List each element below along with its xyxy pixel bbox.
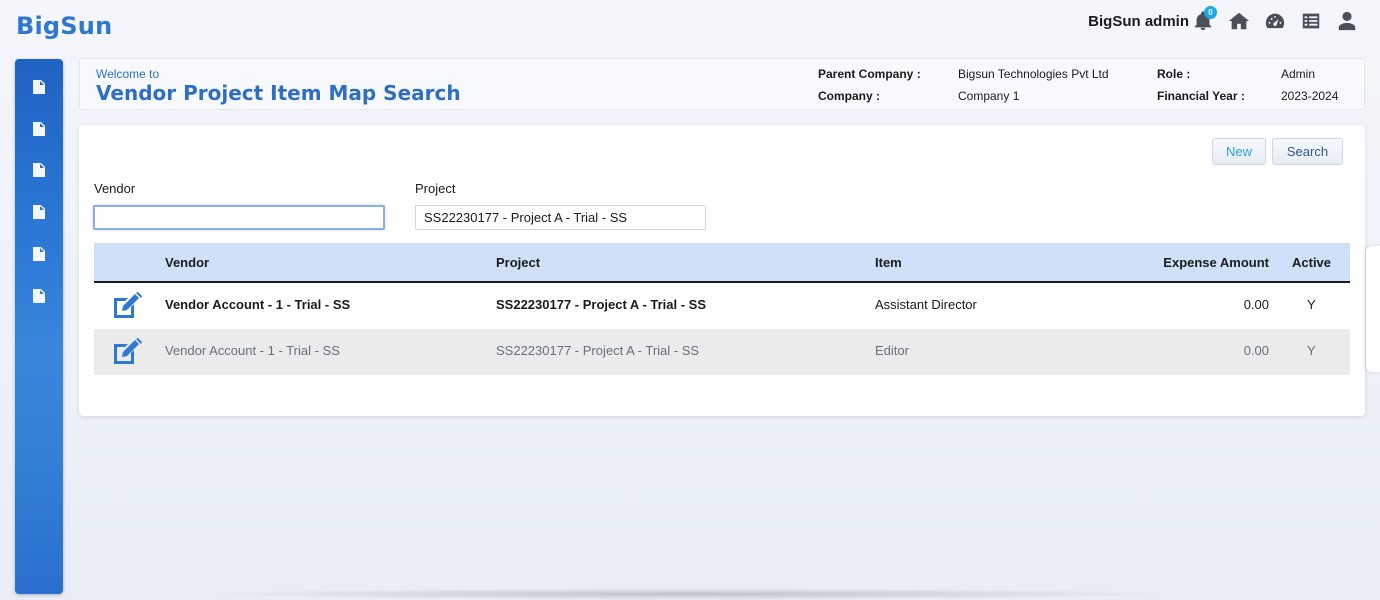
side-panel-tab[interactable] (1366, 246, 1380, 372)
user-name: BigSun admin (1088, 13, 1189, 30)
sidebar-item-3[interactable] (29, 160, 49, 180)
document-icon (33, 122, 45, 136)
cell-vendor: Vendor Account - 1 - Trial - SS (165, 343, 340, 358)
cell-active: Y (1307, 343, 1316, 358)
document-icon (33, 163, 45, 177)
cell-expense-amount: 0.00 (1243, 297, 1269, 312)
cell-active: Y (1307, 297, 1316, 312)
top-icons: 0 (1190, 6, 1360, 34)
column-header-active[interactable]: Active (1292, 255, 1331, 270)
cell-project: SS22230177 - Project A - Trial - SS (496, 297, 707, 312)
bell-icon[interactable]: 0 (1190, 6, 1217, 34)
financial-year-value: 2023-2024 (1281, 89, 1339, 103)
sidebar-item-1[interactable] (29, 77, 49, 97)
project-label: Project (415, 181, 456, 196)
column-header-project[interactable]: Project (496, 255, 540, 270)
column-header-expense-amount[interactable]: Expense Amount (1163, 255, 1269, 270)
document-icon (33, 289, 45, 303)
cell-expense-amount: 0.00 (1243, 343, 1269, 358)
financial-year-label: Financial Year : (1157, 89, 1245, 103)
document-icon (33, 247, 45, 261)
cell-project: SS22230177 - Project A - Trial - SS (496, 343, 700, 358)
document-icon (33, 80, 45, 94)
app-logo[interactable]: BigSun (16, 12, 112, 40)
results-table: Vendor Project Item Expense Amount Activ… (94, 243, 1350, 375)
company-label: Company : (818, 89, 881, 103)
search-panel: New Search Vendor Project Vendor Project… (79, 125, 1365, 416)
welcome-text: Welcome to (96, 67, 160, 81)
table-row: Vendor Account - 1 - Trial - SS SS222301… (94, 283, 1350, 329)
sidebar (15, 59, 63, 594)
table-header: Vendor Project Item Expense Amount Activ… (94, 243, 1350, 283)
page-title: Vendor Project Item Map Search (96, 81, 461, 105)
sidebar-item-4[interactable] (29, 202, 49, 222)
cell-item: Editor (875, 343, 909, 358)
new-button[interactable]: New (1212, 138, 1266, 165)
user-icon[interactable] (1334, 8, 1360, 34)
edit-icon[interactable] (111, 292, 143, 320)
vendor-input[interactable] (93, 205, 385, 230)
table-row: Vendor Account - 1 - Trial - SS SS222301… (94, 329, 1350, 375)
role-value: Admin (1281, 67, 1316, 81)
parent-company-label: Parent Company : (818, 67, 921, 81)
role-label: Role : (1157, 67, 1191, 81)
cell-item: Assistant Director (875, 297, 977, 312)
dashboard-icon[interactable] (1262, 8, 1288, 34)
sidebar-item-6[interactable] (29, 286, 49, 306)
parent-company-value: Bigsun Technologies Pvt Ltd (958, 67, 1109, 81)
column-header-item[interactable]: Item (875, 255, 902, 270)
notification-badge: 0 (1204, 6, 1217, 19)
company-value: Company 1 (958, 89, 1020, 103)
cell-vendor: Vendor Account - 1 - Trial - SS (165, 297, 351, 312)
home-icon[interactable] (1226, 8, 1252, 34)
list-icon[interactable] (1298, 8, 1324, 34)
column-header-vendor[interactable]: Vendor (165, 255, 209, 270)
edit-icon[interactable] (111, 338, 143, 366)
top-bar: BigSun BigSun admin 0 (0, 0, 1380, 52)
vendor-label: Vendor (94, 181, 136, 196)
sidebar-item-2[interactable] (29, 119, 49, 139)
bottom-shadow (200, 588, 1180, 600)
search-button[interactable]: Search (1272, 138, 1343, 165)
page-header: Welcome to Vendor Project Item Map Searc… (79, 58, 1365, 110)
project-input[interactable] (415, 205, 706, 230)
sidebar-item-5[interactable] (29, 244, 49, 264)
document-icon (33, 205, 45, 219)
